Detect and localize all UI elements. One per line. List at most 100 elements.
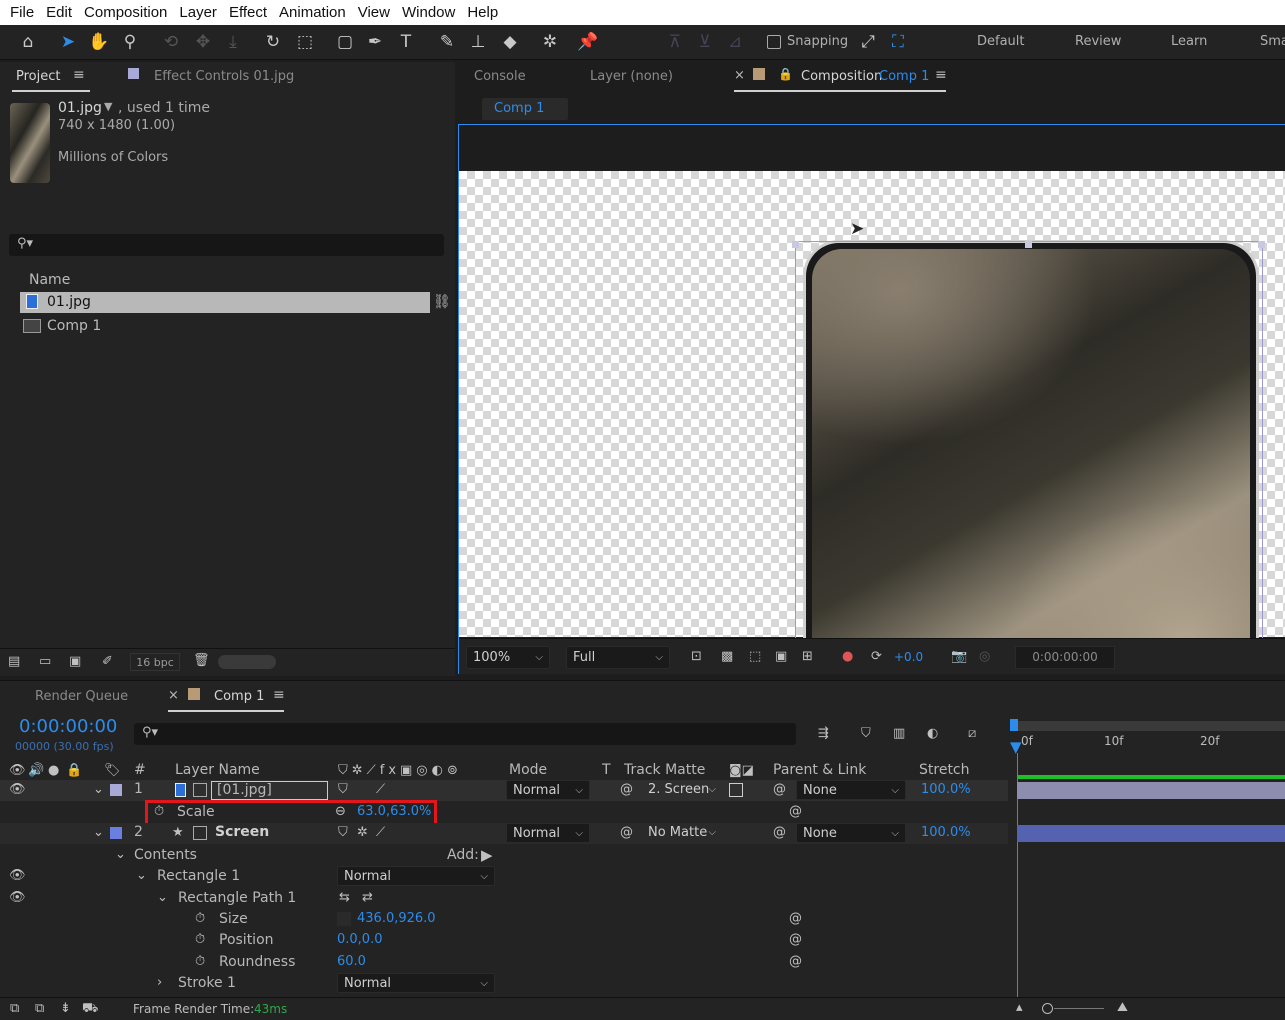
header-stretch[interactable]: Stretch bbox=[919, 762, 970, 778]
zoom-in-icon[interactable]: ⛰ bbox=[1117, 1000, 1128, 1015]
expression-pick-whip-icon[interactable]: @ bbox=[789, 804, 802, 819]
header-track-matte[interactable]: Track Matte bbox=[624, 762, 705, 778]
property-label-stroke[interactable]: Stroke 1 bbox=[178, 975, 236, 991]
selection-tool-icon[interactable]: ➤ bbox=[55, 29, 81, 55]
pan-tool-icon[interactable]: ✥ bbox=[190, 29, 216, 55]
adjust-project-settings-icon[interactable]: ✐ bbox=[102, 654, 113, 669]
shy-switch-icon[interactable]: ⛉ bbox=[338, 825, 348, 840]
item-dropdown-icon[interactable]: ▼ bbox=[104, 100, 112, 113]
channels-icon[interactable]: ● bbox=[842, 649, 853, 664]
frame-blending-icon[interactable]: ▥ bbox=[893, 726, 905, 741]
workspace-small-screen[interactable]: Sma bbox=[1260, 34, 1285, 49]
blend-mode-dropdown[interactable]: Normal ⌵ bbox=[337, 866, 495, 886]
panel-menu-icon[interactable]: ≡ bbox=[935, 67, 947, 83]
track-matte-dropdown[interactable]: 2. Screen ⌵ bbox=[642, 780, 722, 800]
layer-mode-dropdown[interactable]: Normal ⌵ bbox=[506, 823, 590, 843]
expression-pick-whip-icon[interactable]: @ bbox=[789, 932, 802, 947]
mask-visibility-icon[interactable]: ⬚ bbox=[749, 649, 761, 664]
workspace-learn[interactable]: Learn bbox=[1171, 34, 1207, 49]
snap-box-icon[interactable]: ⛶ bbox=[885, 29, 911, 55]
audio-icon[interactable]: 🔊 bbox=[28, 763, 44, 778]
menu-view[interactable]: View bbox=[352, 4, 396, 21]
snapping-checkbox[interactable] bbox=[767, 35, 781, 49]
roundness-value[interactable]: 60.0 bbox=[337, 954, 366, 969]
menu-window[interactable]: Window bbox=[396, 4, 461, 21]
clone-stamp-tool-icon[interactable]: ⊥ bbox=[465, 29, 491, 55]
render-time-icon[interactable]: ⛟ bbox=[82, 1001, 98, 1018]
align-right-icon[interactable]: ⊿ bbox=[722, 29, 748, 55]
twirl-closed-icon[interactable]: › bbox=[157, 975, 162, 990]
solo-icon[interactable]: ● bbox=[48, 763, 59, 778]
snap-toggle-icon[interactable]: ⤢ bbox=[855, 29, 881, 55]
close-tab-icon[interactable]: × bbox=[168, 688, 179, 703]
pan-behind-tool-icon[interactable]: ⬚ bbox=[292, 29, 318, 55]
close-tab-icon[interactable]: × bbox=[734, 68, 745, 83]
grid-guides-icon[interactable]: ⊞ bbox=[802, 649, 813, 664]
layer-mode-dropdown[interactable]: Normal ⌵ bbox=[506, 780, 590, 800]
playhead-icon[interactable]: ▼ bbox=[1010, 738, 1022, 756]
workspace-default[interactable]: Default bbox=[977, 34, 1025, 49]
transparency-grid-icon[interactable]: ▩ bbox=[721, 649, 733, 664]
tab-console[interactable]: Console bbox=[474, 69, 526, 84]
transfer-controls-icon[interactable]: ⧉ bbox=[35, 1001, 44, 1016]
menu-edit[interactable]: Edit bbox=[40, 4, 78, 21]
parent-dropdown[interactable]: None ⌵ bbox=[796, 780, 906, 800]
visibility-eye-icon[interactable]: 👁 bbox=[9, 868, 26, 883]
menu-animation[interactable]: Animation bbox=[273, 4, 352, 21]
breadcrumb-comp[interactable]: Comp 1 bbox=[494, 101, 544, 116]
fast-previews-icon[interactable]: ⊡ bbox=[691, 649, 702, 664]
align-center-icon[interactable]: ⊻ bbox=[692, 29, 718, 55]
lock-icon[interactable]: 🔒 bbox=[66, 763, 82, 778]
rotate-tool-icon[interactable]: ↻ bbox=[260, 29, 286, 55]
reset-exposure-icon[interactable]: ⟳ bbox=[871, 649, 882, 664]
twirl-open-icon[interactable]: ⌄ bbox=[136, 868, 147, 883]
parent-pick-whip-icon[interactable]: @ bbox=[773, 782, 786, 797]
blend-mode-dropdown[interactable]: Normal ⌵ bbox=[337, 973, 495, 993]
thumbnail-slider[interactable] bbox=[218, 655, 276, 669]
twirl-open-icon[interactable]: ⌄ bbox=[157, 890, 168, 905]
bit-depth-button[interactable]: 16 bpc bbox=[130, 653, 180, 671]
new-composition-icon[interactable]: ▣ bbox=[69, 654, 81, 669]
layer-label-color[interactable] bbox=[110, 784, 122, 796]
header-parent-link[interactable]: Parent & Link bbox=[773, 762, 866, 778]
parent-pick-whip-icon[interactable]: @ bbox=[773, 825, 786, 840]
tab-effect-controls[interactable]: Effect Controls 01.jpg bbox=[154, 69, 294, 84]
composition-mini-flowchart-icon[interactable]: ⇶ bbox=[818, 726, 829, 741]
exposure-value[interactable]: +0.0 bbox=[894, 650, 923, 664]
align-left-icon[interactable]: ⊼ bbox=[662, 29, 688, 55]
layer-row[interactable]: 👁 ⌄ 1 [01.jpg] ⛉ ⟋ Normal ⌵ @ 2. Screen … bbox=[0, 780, 1008, 801]
panel-menu-icon[interactable]: ≡ bbox=[273, 687, 285, 703]
track-matte-dropdown[interactable]: No Matte ⌵ bbox=[642, 823, 722, 843]
trash-icon[interactable]: 🗑 bbox=[193, 653, 210, 668]
stretch-value[interactable]: 100.0% bbox=[921, 782, 971, 797]
home-icon[interactable]: ⌂ bbox=[15, 29, 41, 55]
header-layer-name[interactable]: Layer Name bbox=[175, 762, 260, 778]
panel-menu-icon[interactable]: ≡ bbox=[73, 67, 85, 83]
dolly-tool-icon[interactable]: ⤓ bbox=[220, 29, 246, 55]
hand-tool-icon[interactable]: ✋ bbox=[86, 29, 112, 55]
layer-row[interactable]: ⌄ 2 ★ Screen ⛉ ✲ ⟋ Normal ⌵ @ No Matte ⌵… bbox=[0, 823, 1008, 844]
pen-tool-icon[interactable]: ✒ bbox=[362, 29, 388, 55]
region-of-interest-icon[interactable]: ▣ bbox=[775, 649, 787, 664]
layer-switches-icon[interactable]: ⧉ bbox=[10, 1001, 19, 1016]
stretch-value[interactable]: 100.0% bbox=[921, 825, 971, 840]
quality-switch-icon[interactable]: ⟋ bbox=[376, 782, 385, 797]
pick-whip-icon[interactable]: @ bbox=[620, 782, 633, 797]
work-area-bar[interactable] bbox=[1012, 721, 1285, 731]
breadcrumb[interactable]: Comp 1 bbox=[482, 98, 568, 120]
layer-visibility-eye-icon[interactable]: 👁 bbox=[9, 782, 26, 797]
workspace-review[interactable]: Review bbox=[1075, 34, 1121, 49]
graph-editor-icon[interactable]: ⧄ bbox=[968, 726, 976, 741]
timeline-search-input[interactable]: ⚲▾ bbox=[134, 723, 796, 745]
transform-handle[interactable] bbox=[792, 241, 799, 248]
column-header-name[interactable]: Name bbox=[29, 272, 70, 288]
layer-name[interactable]: Screen bbox=[215, 824, 269, 840]
visibility-eye-icon[interactable]: 👁 bbox=[9, 890, 26, 905]
tab-timeline-comp[interactable]: Comp 1 bbox=[214, 689, 264, 704]
zoom-slider-handle[interactable] bbox=[1042, 1003, 1053, 1014]
lock-icon[interactable]: 🔒 bbox=[778, 67, 793, 81]
menu-file[interactable]: File bbox=[4, 4, 40, 21]
tab-render-queue[interactable]: Render Queue bbox=[35, 689, 128, 704]
quality-switch-icon[interactable]: ⟋ bbox=[376, 825, 385, 840]
zoom-tool-icon[interactable]: ⚲ bbox=[117, 29, 143, 55]
